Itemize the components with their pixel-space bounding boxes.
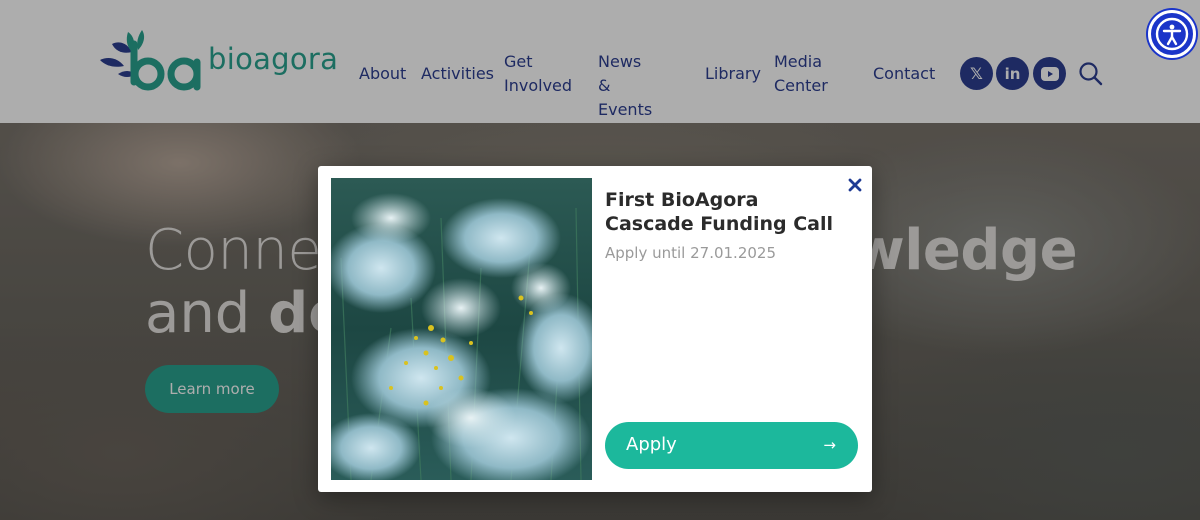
apply-button[interactable]: Apply →	[605, 422, 858, 469]
popup-title: First BioAgora Cascade Funding Call	[605, 189, 833, 235]
accessibility-icon[interactable]	[1148, 10, 1196, 58]
funding-call-popup: First BioAgora Cascade Funding Call Appl…	[318, 166, 872, 492]
apply-button-label: Apply	[626, 434, 677, 455]
close-icon[interactable]	[845, 175, 865, 195]
popup-deadline: Apply until 27.01.2025	[605, 244, 776, 262]
arrow-right-icon: →	[823, 436, 836, 454]
flowers-image	[331, 178, 592, 480]
